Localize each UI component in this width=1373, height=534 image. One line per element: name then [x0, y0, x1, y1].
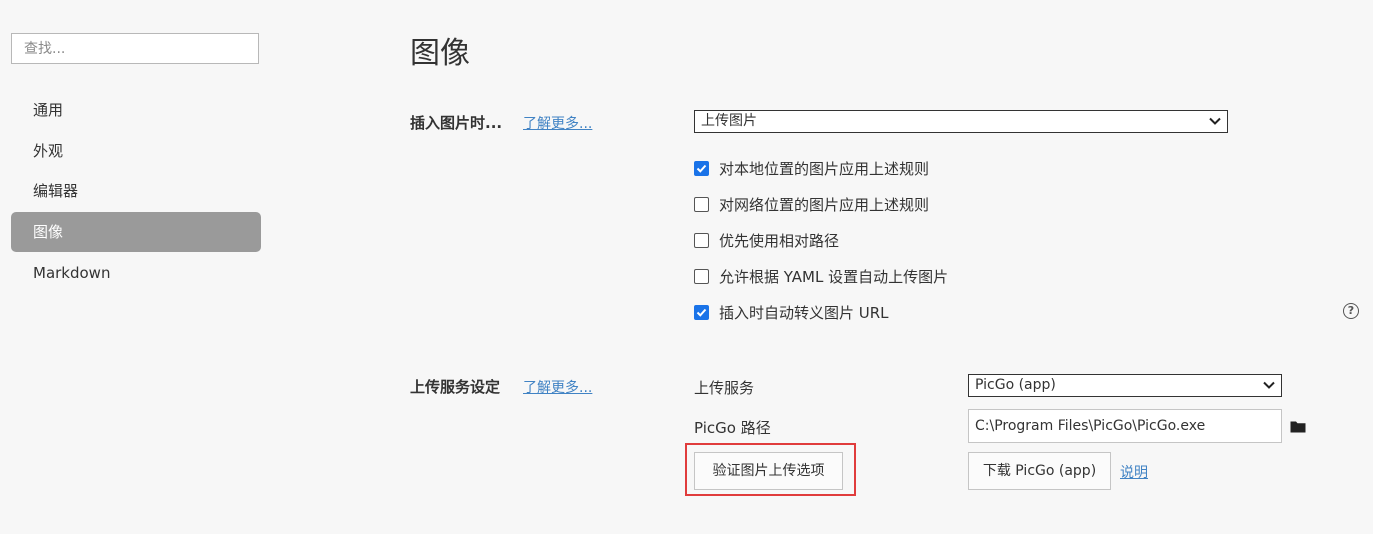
download-picgo-button[interactable]: 下载 PicGo (app): [968, 452, 1111, 490]
explain-link[interactable]: 说明: [1120, 462, 1148, 482]
search-input[interactable]: [11, 33, 259, 64]
chevron-down-icon: [1209, 117, 1221, 125]
sidebar-item-general[interactable]: 通用: [11, 90, 261, 130]
sidebar-item-image[interactable]: 图像: [11, 212, 261, 252]
insert-action-value: 上传图片: [701, 113, 757, 129]
page-title: 图像: [410, 36, 470, 71]
option-label: 对本地位置的图片应用上述规则: [719, 160, 930, 178]
folder-icon[interactable]: [1290, 420, 1306, 433]
picgo-path-field[interactable]: C:\Program Files\PicGo\PicGo.exe: [968, 409, 1282, 443]
sidebar-item-appearance[interactable]: 外观: [11, 131, 261, 171]
upload-service-value: PicGo (app): [975, 377, 1056, 393]
upload-service-section-label: 上传服务设定: [410, 378, 501, 396]
picgo-path-label: PicGo 路径: [694, 419, 771, 437]
option-label: 插入时自动转义图片 URL: [719, 304, 889, 322]
upload-service-select[interactable]: PicGo (app): [968, 374, 1282, 397]
sidebar-item-editor[interactable]: 编辑器: [11, 171, 261, 211]
checkbox-checked-icon[interactable]: [694, 161, 709, 176]
upload-service-label: 上传服务: [694, 379, 755, 397]
insert-learn-more-link[interactable]: 了解更多...: [523, 113, 592, 133]
sidebar: 通用 外观 编辑器 图像 Markdown: [0, 0, 280, 534]
checkbox-unchecked-icon[interactable]: [694, 197, 709, 212]
checkbox-unchecked-icon[interactable]: [694, 233, 709, 248]
insert-action-select[interactable]: 上传图片: [694, 110, 1228, 133]
insert-image-section-label: 插入图片时...: [410, 114, 503, 132]
chevron-down-icon: [1263, 381, 1275, 389]
highlight-box: [685, 443, 856, 496]
checkbox-checked-icon[interactable]: [694, 305, 709, 320]
help-icon[interactable]: ?: [1343, 303, 1359, 319]
upload-learn-more-link[interactable]: 了解更多...: [523, 377, 592, 397]
option-label: 对网络位置的图片应用上述规则: [719, 196, 930, 214]
sidebar-item-markdown[interactable]: Markdown: [11, 253, 261, 293]
checkbox-unchecked-icon[interactable]: [694, 269, 709, 284]
option-label: 优先使用相对路径: [719, 232, 840, 250]
option-label: 允许根据 YAML 设置自动上传图片: [719, 268, 949, 286]
